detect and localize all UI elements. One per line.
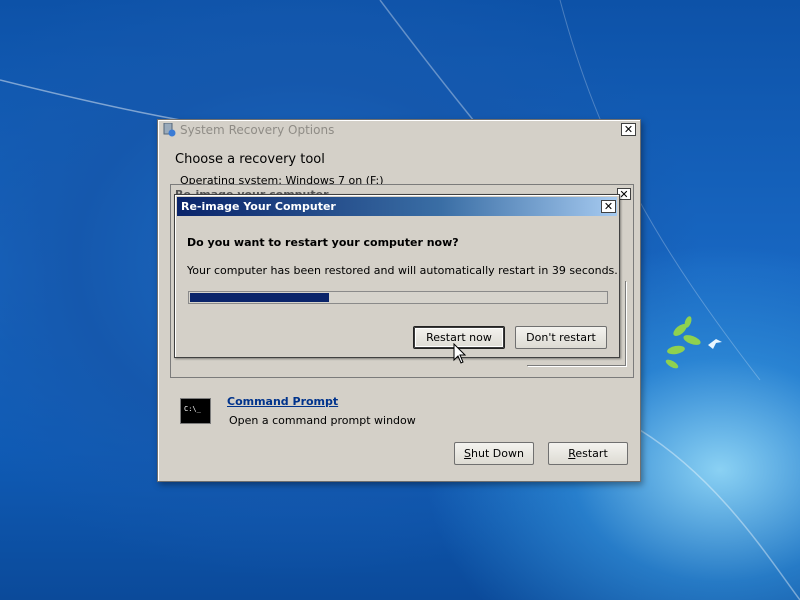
dialog-close-button[interactable]: ✕ bbox=[601, 200, 616, 213]
section-heading: Choose a recovery tool bbox=[175, 152, 325, 167]
close-button[interactable]: ✕ bbox=[621, 123, 636, 136]
dialog-title: Re-image Your Computer bbox=[181, 200, 336, 213]
progress-fill bbox=[190, 293, 329, 302]
bird-icon bbox=[708, 339, 722, 349]
window-title: System Recovery Options bbox=[180, 123, 335, 137]
command-prompt-icon[interactable]: C:\_ bbox=[180, 398, 211, 424]
command-prompt-icon-text: C:\_ bbox=[184, 405, 201, 413]
command-prompt-description: Open a command prompt window bbox=[229, 414, 416, 427]
countdown-progress-bar bbox=[188, 291, 608, 304]
recovery-app-icon bbox=[163, 123, 176, 137]
restart-button[interactable]: Restart bbox=[548, 442, 628, 465]
shut-down-button[interactable]: Shut Down bbox=[454, 442, 534, 465]
reimage-dialog: Re-image Your Computer ✕ Do you want to … bbox=[174, 194, 620, 358]
restart-question: Do you want to restart your computer now… bbox=[187, 236, 459, 249]
leaf-logo bbox=[665, 316, 701, 369]
dont-restart-button[interactable]: Don't restart bbox=[515, 326, 607, 349]
restart-message: Your computer has been restored and will… bbox=[187, 264, 618, 277]
command-prompt-link[interactable]: Command Prompt bbox=[227, 395, 338, 408]
dialog-titlebar: Re-image Your Computer ✕ bbox=[177, 197, 617, 216]
mouse-pointer-icon bbox=[453, 343, 467, 364]
